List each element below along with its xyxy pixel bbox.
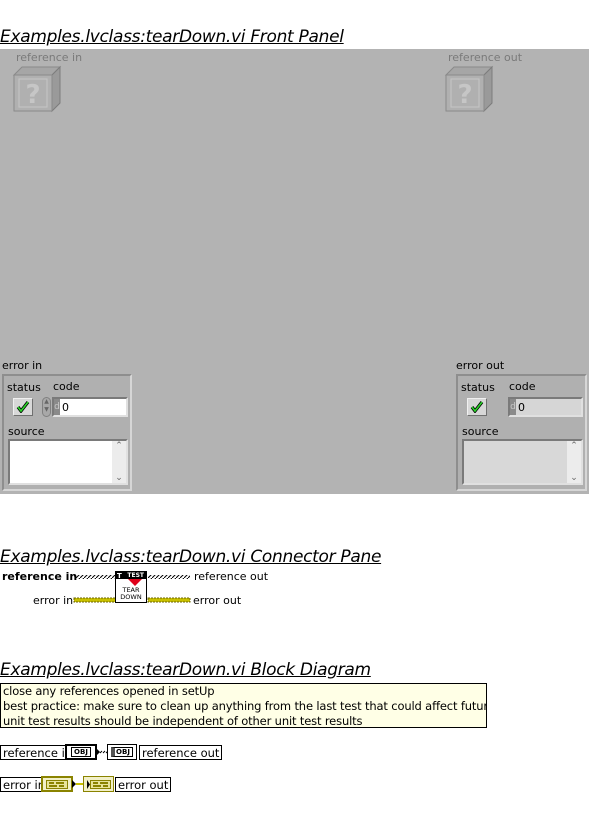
obj-icon: OBJ [71,747,91,757]
error-in-code-value: 0 [62,400,69,414]
checkmark-icon [470,401,484,413]
scroll-down-icon[interactable]: ⌄ [115,473,123,483]
block-diagram-title: Examples.lvclass:tearDown.vi Block Diagr… [0,660,371,680]
block-diagram-comment[interactable]: close any references opened in setUp bes… [0,683,487,728]
bd-error-out-label: error out [115,777,172,792]
error-cluster-icon [46,779,68,789]
reference-in-wire [74,575,116,579]
comment-line: close any references opened in setUp [3,684,215,698]
front-panel: reference in ? reference out ? error in … [0,49,589,494]
connector-error-in-label: error in [33,594,74,607]
error-in-status-toggle[interactable] [13,398,33,416]
error-cluster-icon [86,779,111,789]
error-in-source-label: source [8,425,45,438]
reference-out-label: reference out [448,51,523,64]
svg-text:?: ? [457,80,472,110]
question-class-icon: ? [12,65,62,113]
error-in-code-label: code [53,380,80,393]
error-in-wire [73,597,117,603]
vi-icon[interactable]: TEST T TEAR DOWN [115,571,147,603]
bd-reference-in-label: reference in [0,745,76,760]
error-out-wire [147,597,191,603]
error-out-terminal[interactable] [83,776,114,792]
error-in-source-scrollbar[interactable]: ⌃ ⌄ [112,441,126,483]
error-out-source-scrollbar[interactable]: ⌃ ⌄ [567,441,581,483]
error-in-code-spinner[interactable]: ▲ ▼ [42,397,51,417]
error-in-label: error in [2,359,43,372]
connector-reference-in-label: reference in [2,570,78,583]
connector-reference-out-label: reference out [194,570,269,583]
error-in-code-input[interactable]: d 0 [52,397,128,417]
test-t-icon: T [117,572,122,580]
svg-text:?: ? [25,80,40,110]
reference-in-terminal[interactable]: OBJ [65,744,97,760]
error-out-status-label: status [461,381,495,394]
error-out-code-label: code [509,380,536,393]
scroll-down-icon[interactable]: ⌄ [570,473,578,483]
front-panel-title: Examples.lvclass:tearDown.vi Front Panel [0,27,344,47]
vi-icon-text-line2: DOWN [120,593,142,601]
reference-in-label: reference in [16,51,83,64]
error-in-cluster: status code ▲ ▼ d 0 source ⌃ ⌄ [2,374,132,491]
obj-icon: OBJ [111,747,133,757]
comment-line: unit test results should be independent … [3,714,363,728]
reference-in-control[interactable]: ? [12,65,62,113]
error-in-terminal[interactable] [41,776,73,792]
scroll-up-icon[interactable]: ⌃ [570,441,578,451]
error-out-source-indicator: ⌃ ⌄ [462,439,583,485]
error-out-code-value: 0 [518,400,525,414]
scroll-up-icon[interactable]: ⌃ [115,441,123,451]
increment-arrow-icon: ▲ [44,398,49,405]
error-in-status-label: status [7,381,41,394]
error-out-label: error out [456,359,505,372]
error-out-code-indicator: d 0 [508,397,583,417]
connector-error-out-label: error out [193,594,242,607]
bd-reference-out-label: reference out [139,745,223,760]
reference-out-terminal[interactable]: OBJ [107,744,137,760]
error-out-cluster: status code d 0 source ⌃ ⌄ [456,374,587,491]
decrement-arrow-icon: ▼ [44,406,49,413]
reference-out-wire [148,575,190,579]
error-out-status-indicator [467,398,487,416]
reference-out-indicator: ? [444,65,494,113]
error-out-source-label: source [462,425,499,438]
connector-pane-title: Examples.lvclass:tearDown.vi Connector P… [0,547,382,567]
question-class-icon: ? [444,65,494,113]
comment-line: best practice: make sure to clean up any… [3,699,487,713]
error-in-source-input[interactable]: ⌃ ⌄ [8,439,128,485]
checkmark-icon [16,401,30,413]
